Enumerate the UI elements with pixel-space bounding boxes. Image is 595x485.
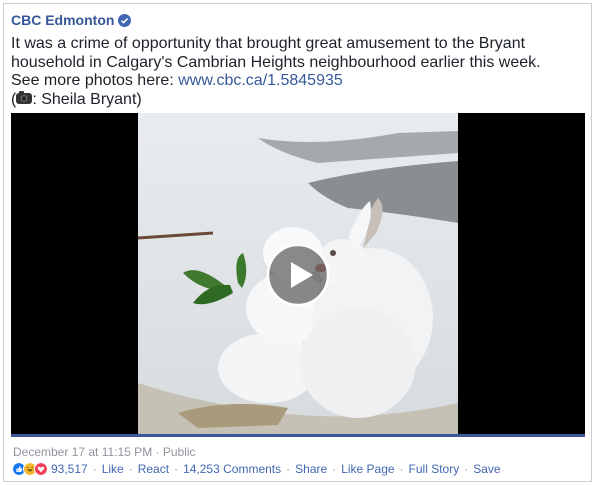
reaction-icons[interactable] [12, 462, 48, 476]
video-player[interactable] [11, 113, 585, 436]
save-button[interactable]: Save [473, 462, 500, 476]
love-reaction-icon [34, 462, 48, 476]
comments-link[interactable]: 14,253 Comments [183, 462, 281, 476]
post-card: CBC Edmonton It was a crime of opportuni… [3, 3, 592, 482]
play-button[interactable] [138, 113, 458, 436]
action-separator: · [174, 462, 179, 476]
video-progress-bar[interactable] [11, 434, 585, 437]
action-separator: · [464, 462, 469, 476]
video-camera-icon [16, 90, 33, 104]
meta-separator: · [155, 445, 160, 459]
action-separator: · [92, 462, 97, 476]
see-more-label: See more photos here: [11, 72, 179, 89]
share-button[interactable]: Share [295, 462, 327, 476]
timestamp-link[interactable]: December 17 at 11:15 PM [13, 445, 152, 459]
reaction-count[interactable]: 93,517 [51, 462, 88, 476]
article-link[interactable]: www.cbc.ca/1.5845935 [178, 72, 343, 89]
post-text-line: household in Calgary's Cambrian Heights … [11, 53, 541, 71]
verified-badge-icon [118, 13, 132, 27]
post-header: CBC Edmonton [11, 10, 132, 30]
post-text-line: It was a crime of opportunity that broug… [11, 35, 526, 52]
action-separator: · [128, 462, 133, 476]
react-button[interactable]: React [138, 462, 169, 476]
like-page-button[interactable]: Like Page [341, 462, 394, 476]
action-separator: · [399, 462, 404, 476]
like-button[interactable]: Like [102, 462, 124, 476]
action-separator: · [286, 462, 291, 476]
photo-credit: ( : Sheila Bryant) [11, 90, 586, 110]
action-separator: · [332, 462, 337, 476]
post-meta: December 17 at 11:15 PM · Public [13, 445, 196, 459]
credit-name: : Sheila Bryant) [32, 90, 142, 108]
privacy-label: Public [162, 445, 196, 459]
page-name-link[interactable]: CBC Edmonton [11, 12, 114, 28]
engagement-bar: 93,517 · Like · React · 14,253 Comments … [12, 461, 501, 477]
post-text-line: See more photos here: www.cbc.ca/1.58459… [11, 72, 586, 91]
full-story-link[interactable]: Full Story [409, 462, 460, 476]
post-text: It was a crime of opportunity that broug… [11, 35, 586, 109]
play-icon [266, 243, 330, 306]
